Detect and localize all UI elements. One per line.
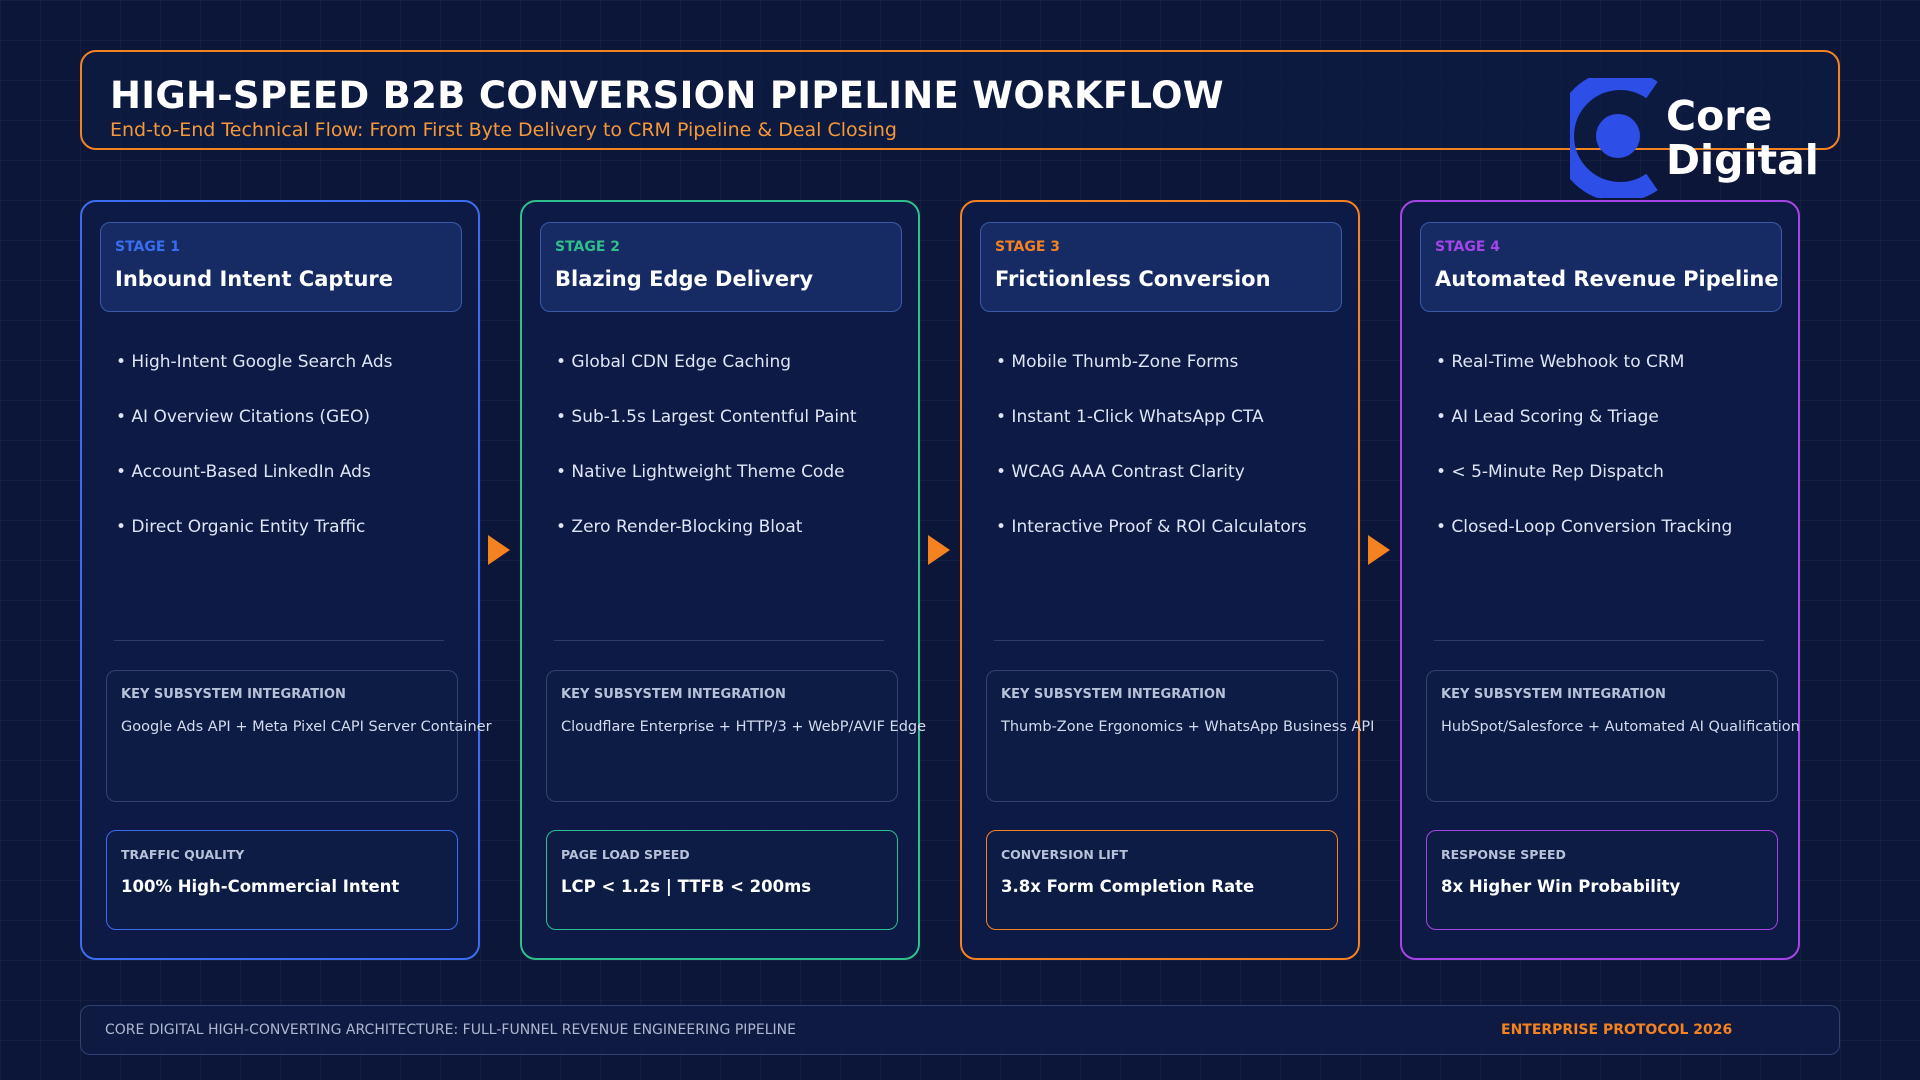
metric-value: 8x Higher Win Probability xyxy=(1441,877,1681,896)
stage-title: Inbound Intent Capture xyxy=(115,267,394,291)
feature-item: • Zero Render-Blocking Bloat xyxy=(556,517,803,537)
page-title: HIGH-SPEED B2B CONVERSION PIPELINE WORKF… xyxy=(110,74,1224,117)
feature-item: • AI Overview Citations (GEO) xyxy=(116,407,370,427)
feature-item: • WCAG AAA Contrast Clarity xyxy=(996,462,1245,482)
feature-item: • Interactive Proof & ROI Calculators xyxy=(996,517,1307,537)
feature-list: • Global CDN Edge Caching • Sub-1.5s Lar… xyxy=(556,352,906,572)
stage-title: Automated Revenue Pipeline xyxy=(1435,267,1779,291)
stage-title: Blazing Edge Delivery xyxy=(555,267,814,291)
feature-list: • Mobile Thumb-Zone Forms • Instant 1-Cl… xyxy=(996,352,1346,572)
integration-panel: KEY SUBSYSTEM INTEGRATION HubSpot/Salesf… xyxy=(1426,670,1800,802)
feature-item: • Account-Based LinkedIn Ads xyxy=(116,462,371,482)
flow-arrow-icon xyxy=(928,535,950,565)
feature-item: • Mobile Thumb-Zone Forms xyxy=(996,352,1239,372)
stage-card-3: STAGE 3 Frictionless Conversion • Mobile… xyxy=(960,200,1374,960)
footer-bar: CORE DIGITAL HIGH-CONVERTING ARCHITECTUR… xyxy=(80,1005,1840,1055)
metric-value: 100% High-Commercial Intent xyxy=(121,877,400,896)
integration-label: KEY SUBSYSTEM INTEGRATION xyxy=(1441,687,1666,702)
metric-panel: CONVERSION LIFT 3.8x Form Completion Rat… xyxy=(986,830,1338,930)
divider xyxy=(1434,640,1764,641)
divider xyxy=(554,640,884,641)
footer-caption: CORE DIGITAL HIGH-CONVERTING ARCHITECTUR… xyxy=(105,1022,796,1038)
metric-value: 3.8x Form Completion Rate xyxy=(1001,877,1255,896)
feature-item: • Direct Organic Entity Traffic xyxy=(116,517,366,537)
feature-item: • Instant 1-Click WhatsApp CTA xyxy=(996,407,1264,427)
stage-number: STAGE 1 xyxy=(115,239,181,255)
core-digital-logo-icon xyxy=(1570,78,1658,198)
divider xyxy=(994,640,1324,641)
feature-item: • < 5-Minute Rep Dispatch xyxy=(1436,462,1664,482)
stage-header: STAGE 2 Blazing Edge Delivery xyxy=(540,222,902,312)
feature-item: • Closed-Loop Conversion Tracking xyxy=(1436,517,1733,537)
feature-item: • Native Lightweight Theme Code xyxy=(556,462,845,482)
divider xyxy=(114,640,444,641)
stage-number: STAGE 3 xyxy=(995,239,1061,255)
stage-header: STAGE 3 Frictionless Conversion xyxy=(980,222,1342,312)
metric-panel: RESPONSE SPEED 8x Higher Win Probability xyxy=(1426,830,1778,930)
metric-label: PAGE LOAD SPEED xyxy=(561,847,690,862)
stage-card-1: STAGE 1 Inbound Intent Capture • High-In… xyxy=(80,200,492,960)
logo: Core Digital xyxy=(1570,78,1840,198)
logo-line-1: Core xyxy=(1666,92,1773,140)
integration-text: Thumb-Zone Ergonomics + WhatsApp Busines… xyxy=(1001,719,1375,735)
integration-text: HubSpot/Salesforce + Automated AI Qualif… xyxy=(1441,719,1800,735)
integration-label: KEY SUBSYSTEM INTEGRATION xyxy=(561,687,786,702)
feature-item: • AI Lead Scoring & Triage xyxy=(1436,407,1659,427)
stage-title: Frictionless Conversion xyxy=(995,267,1271,291)
feature-item: • Real-Time Webhook to CRM xyxy=(1436,352,1685,372)
feature-item: • Global CDN Edge Caching xyxy=(556,352,792,372)
flow-arrow-icon xyxy=(488,535,510,565)
metric-label: CONVERSION LIFT xyxy=(1001,847,1128,862)
feature-list: • High-Intent Google Search Ads • AI Ove… xyxy=(116,352,466,572)
metric-value: LCP < 1.2s | TTFB < 200ms xyxy=(561,877,812,896)
integration-text: Cloudflare Enterprise + HTTP/3 + WebP/AV… xyxy=(561,719,927,735)
integration-label: KEY SUBSYSTEM INTEGRATION xyxy=(1001,687,1226,702)
footer-protocol: ENTERPRISE PROTOCOL 2026 xyxy=(1501,1022,1733,1038)
stage-number: STAGE 2 xyxy=(555,239,621,255)
metric-label: TRAFFIC QUALITY xyxy=(121,847,245,862)
integration-panel: KEY SUBSYSTEM INTEGRATION Google Ads API… xyxy=(106,670,492,802)
metric-label: RESPONSE SPEED xyxy=(1441,847,1566,862)
feature-item: • Sub-1.5s Largest Contentful Paint xyxy=(556,407,857,427)
stage-card-4: STAGE 4 Automated Revenue Pipeline • Rea… xyxy=(1400,200,1800,960)
integration-panel: KEY SUBSYSTEM INTEGRATION Cloudflare Ent… xyxy=(546,670,926,802)
flow-arrow-icon xyxy=(1368,535,1390,565)
feature-list: • Real-Time Webhook to CRM • AI Lead Sco… xyxy=(1436,352,1786,572)
stage-number: STAGE 4 xyxy=(1435,239,1501,255)
logo-line-2: Digital xyxy=(1666,136,1819,184)
metric-panel: PAGE LOAD SPEED LCP < 1.2s | TTFB < 200m… xyxy=(546,830,898,930)
stage-header: STAGE 4 Automated Revenue Pipeline xyxy=(1420,222,1782,312)
logo-wordmark: Core Digital xyxy=(1666,94,1819,182)
stage-card-2: STAGE 2 Blazing Edge Delivery • Global C… xyxy=(520,200,926,960)
page-subtitle: End-to-End Technical Flow: From First By… xyxy=(110,119,897,141)
integration-text: Google Ads API + Meta Pixel CAPI Server … xyxy=(121,719,492,735)
integration-panel: KEY SUBSYSTEM INTEGRATION Thumb-Zone Erg… xyxy=(986,670,1374,802)
stage-header: STAGE 1 Inbound Intent Capture xyxy=(100,222,462,312)
feature-item: • High-Intent Google Search Ads xyxy=(116,352,393,372)
integration-label: KEY SUBSYSTEM INTEGRATION xyxy=(121,687,346,702)
metric-panel: TRAFFIC QUALITY 100% High-Commercial Int… xyxy=(106,830,458,930)
